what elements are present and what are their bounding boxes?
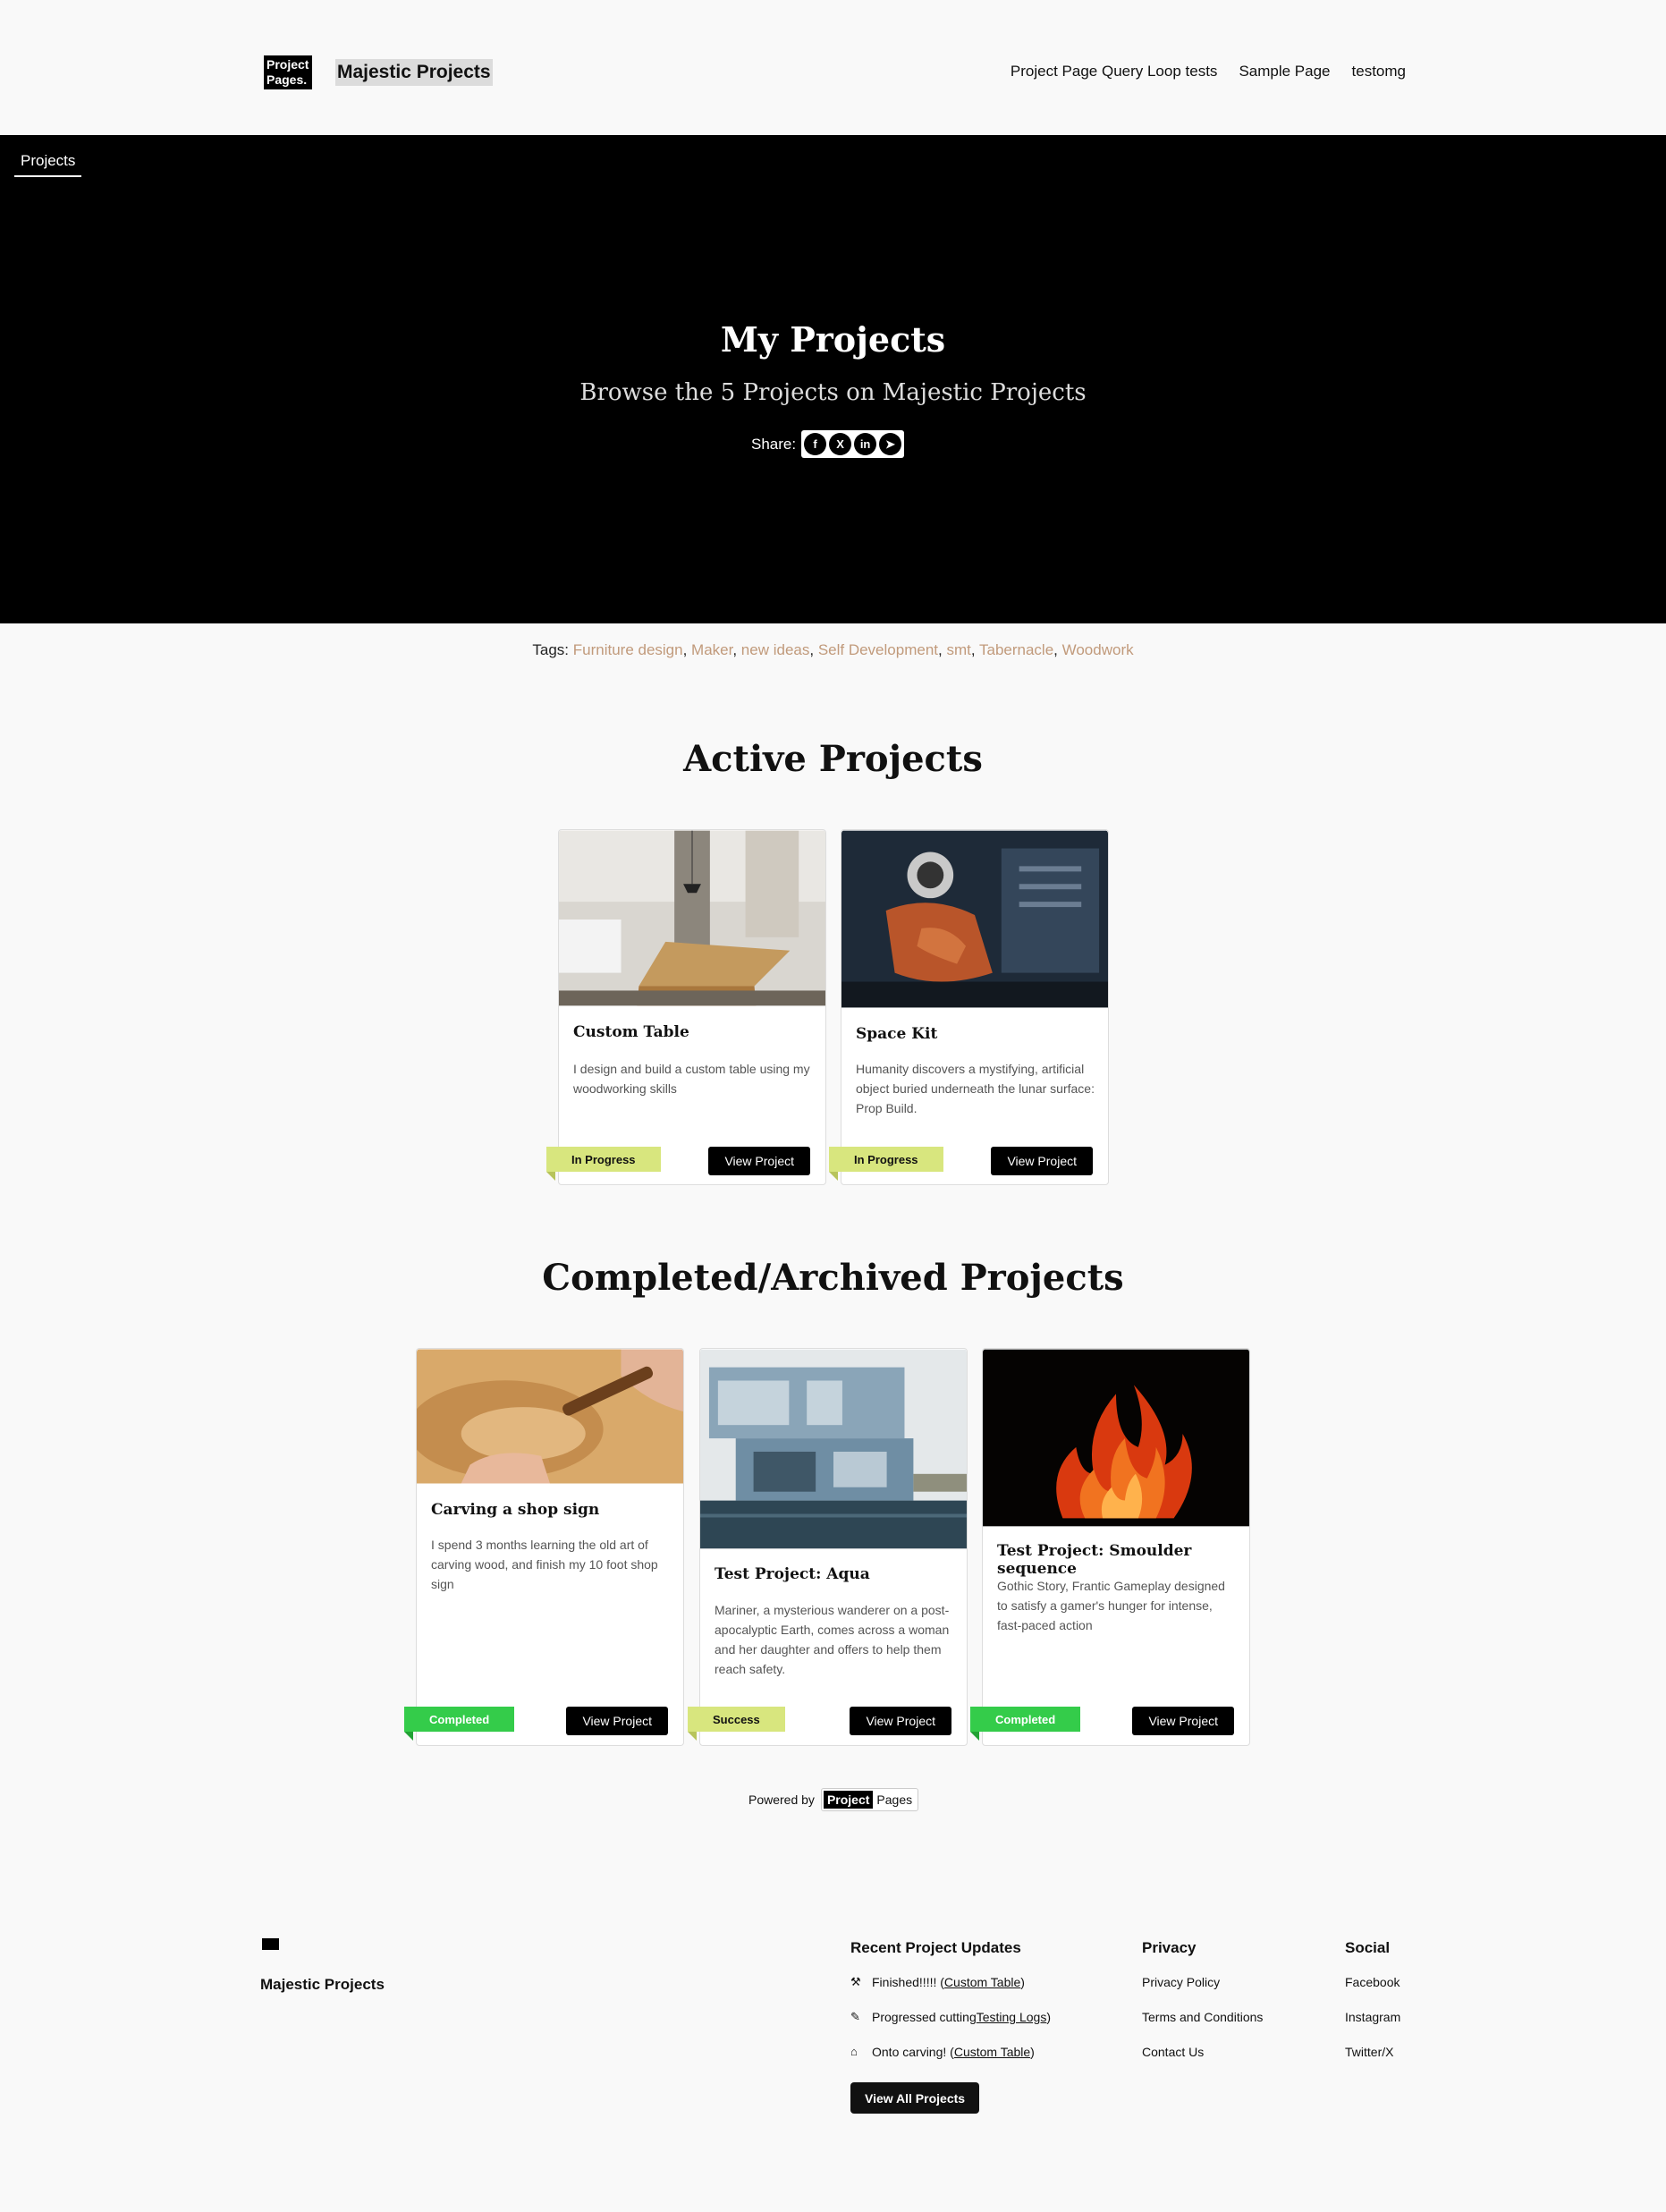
tag-list: Tags: Furniture design, Maker, new ideas… [532,641,1134,658]
badge-brand-bold: Project [823,1791,874,1809]
project-image-custom-table[interactable] [559,830,825,1006]
terms-link[interactable]: Terms and Conditions [1142,2010,1263,2045]
project-card: Custom Table I design and build a custom… [546,829,826,1185]
house-icon: ⌂ [850,2045,858,2058]
logo-line-2: Pages. [266,72,308,87]
nav-item-testomg[interactable]: testomg [1352,63,1406,81]
footer-privacy-heading: Privacy [1142,1939,1197,1956]
status-badge: Completed [404,1707,515,1741]
update-text: Finished!!!!! ( [872,1975,944,1989]
project-card: Test Project: Aqua Mariner, a mysterious… [688,1348,968,1746]
view-project-button[interactable]: View Project [566,1707,668,1735]
active-projects-heading: Active Projects [683,738,983,780]
update-end: ) [1020,1975,1025,1989]
footer-social: Social Facebook Instagram Twitter/X [1345,1939,1400,2080]
view-all-projects-button[interactable]: View All Projects [850,2082,980,2114]
tag-link[interactable]: Tabernacle [979,641,1053,658]
project-image-smoulder[interactable] [983,1349,1249,1527]
footer-site-title[interactable]: Majestic Projects [260,1976,385,1994]
status-badge: In Progress [829,1147,943,1181]
telegram-icon[interactable]: ➤ [879,433,902,455]
update-item: ✎ Progressed cuttingTesting Logs) [850,2010,1051,2045]
update-end: ) [1030,2045,1035,2059]
tag-link[interactable]: new ideas [741,641,810,658]
site-title[interactable]: Majestic Projects [335,59,493,86]
project-card: Carving a shop sign I spend 3 months lea… [404,1348,684,1746]
project-card: Space Kit Humanity discovers a mystifyin… [829,829,1109,1185]
hero-banner: Projects My Projects Browse the 5 Projec… [0,135,1666,623]
status-badge: In Progress [546,1147,661,1181]
update-end: ) [1046,2010,1052,2024]
update-item: ⚒ Finished!!!!! (Custom Table) [850,1975,1051,2010]
badge-brand-rest: Pages [876,1792,913,1807]
project-title[interactable]: Custom Table [573,1023,689,1041]
view-project-button[interactable]: View Project [708,1147,810,1175]
update-project-link[interactable]: Testing Logs [977,2010,1047,2024]
site-header: Project Pages. Majestic Projects Project… [0,0,1666,135]
facebook-icon[interactable]: f [804,433,827,455]
powered-by: Powered by Project Pages [748,1788,919,1811]
footer-privacy: Privacy Privacy Policy Terms and Conditi… [1142,1939,1263,2080]
nav-item-query-loop-tests[interactable]: Project Page Query Loop tests [1011,63,1218,81]
project-title[interactable]: Space Kit [856,1025,937,1043]
logo-line-1: Project [266,57,309,72]
project-description: Humanity discovers a mystifying, artific… [856,1062,1095,1115]
footer-updates-heading: Recent Project Updates [850,1939,1021,1956]
tag-link[interactable]: smt [946,641,970,658]
status-badge: Success [688,1707,785,1741]
footer-social-heading: Social [1345,1939,1391,1956]
share-label: Share: [751,435,797,453]
site-logo[interactable]: Project Pages. [264,55,312,89]
view-project-button[interactable]: View Project [991,1147,1093,1175]
linkedin-icon[interactable]: in [854,433,877,455]
main-nav: Project Page Query Loop tests Sample Pag… [1011,63,1406,81]
project-description: Mariner, a mysterious wanderer on a post… [715,1603,950,1676]
tag-link[interactable]: Maker [691,641,732,658]
facebook-link[interactable]: Facebook [1345,1975,1400,2010]
powered-by-label: Powered by [748,1792,815,1807]
hammer-icon: ⚒ [850,1975,861,1988]
contact-link[interactable]: Contact Us [1142,2045,1263,2080]
project-title[interactable]: Test Project: Smoulder sequence [997,1542,1249,1578]
x-icon[interactable]: X [829,433,852,455]
update-text: Onto carving! ( [872,2045,954,2059]
project-image-aqua[interactable] [700,1349,967,1549]
tag-link[interactable]: Woodwork [1062,641,1134,658]
update-item: ⌂ Onto carving! (Custom Table) [850,2045,1051,2080]
project-description: Gothic Story, Frantic Gameplay designed … [997,1579,1225,1632]
page-title: My Projects [720,319,946,360]
project-card: Test Project: Smoulder sequence Gothic S… [970,1348,1250,1746]
share-bar: Share: f X in ➤ [751,430,905,458]
project-image-carving[interactable] [417,1349,683,1484]
project-description: I design and build a custom table using … [573,1062,810,1096]
project-description: I spend 3 months learning the old art of… [431,1538,658,1591]
status-badge: Completed [970,1707,1081,1741]
breadcrumb-projects[interactable]: Projects [14,152,82,177]
update-project-link[interactable]: Custom Table [954,2045,1030,2059]
view-project-button[interactable]: View Project [850,1707,951,1735]
project-pages-badge[interactable]: Project Pages [820,1788,919,1811]
project-title[interactable]: Test Project: Aqua [715,1565,870,1583]
footer-logo-icon[interactable] [262,1938,279,1950]
nav-item-sample-page[interactable]: Sample Page [1239,63,1330,81]
tag-link[interactable]: Self Development [818,641,938,658]
page-subtitle: Browse the 5 Projects on Majestic Projec… [579,379,1087,406]
twitter-link[interactable]: Twitter/X [1345,2045,1400,2080]
tags-label: Tags: [532,641,570,658]
footer-updates: Recent Project Updates ⚒ Finished!!!!! (… [850,1939,1051,2114]
project-image-space-kit[interactable] [841,830,1108,1008]
share-icons: f X in ➤ [801,430,905,458]
update-text: Progressed cutting [872,2010,977,2024]
pen-icon: ✎ [850,2010,860,2023]
tag-link[interactable]: Furniture design [573,641,683,658]
instagram-link[interactable]: Instagram [1345,2010,1400,2045]
update-project-link[interactable]: Custom Table [944,1975,1020,1989]
view-project-button[interactable]: View Project [1132,1707,1234,1735]
completed-projects-heading: Completed/Archived Projects [542,1257,1124,1299]
project-title[interactable]: Carving a shop sign [431,1501,599,1519]
privacy-policy-link[interactable]: Privacy Policy [1142,1975,1263,2010]
